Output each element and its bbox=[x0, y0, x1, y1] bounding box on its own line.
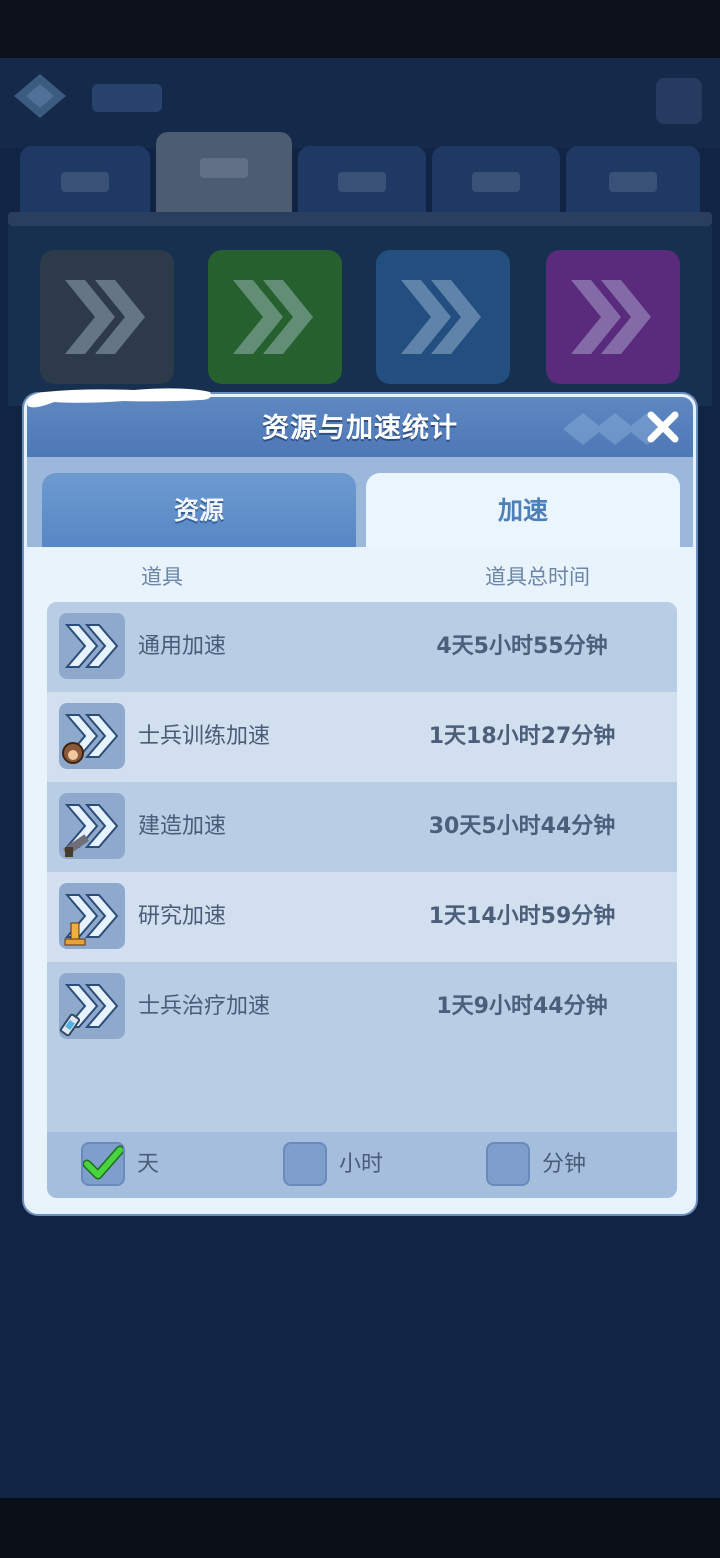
unit-label-hour: 小时 bbox=[339, 1152, 384, 1177]
item-name: 建造加速 bbox=[138, 814, 227, 839]
checkmark-icon bbox=[82, 1145, 125, 1180]
background-item bbox=[376, 250, 510, 384]
unit-label-minute: 分钟 bbox=[542, 1152, 587, 1177]
speedup-stats-dialog: 资源与加速统计 资源 加速 道具 道具总时间 通用加速 4天5小时55分钟 士兵… bbox=[24, 394, 696, 1214]
unit-checkbox-hour[interactable] bbox=[283, 1142, 327, 1186]
speedup-research-icon bbox=[59, 883, 125, 949]
list-item: 士兵训练加速 1天18小时27分钟 bbox=[47, 692, 677, 782]
list-item: 士兵治疗加速 1天9小时44分钟 bbox=[47, 962, 677, 1052]
column-header-total-time: 道具总时间 bbox=[485, 565, 590, 589]
speedup-healing-icon bbox=[59, 973, 125, 1039]
background-tab bbox=[566, 146, 700, 214]
list-item: 研究加速 1天14小时59分钟 bbox=[47, 872, 677, 962]
background-title bbox=[92, 84, 162, 112]
list-item: 通用加速 4天5小时55分钟 bbox=[47, 602, 677, 692]
snow-decoration-icon bbox=[27, 388, 211, 408]
item-total-time: 30天5小时44分钟 bbox=[428, 814, 616, 839]
background-tab-strip bbox=[8, 212, 712, 226]
item-total-time: 1天18小时27分钟 bbox=[428, 724, 616, 749]
tab-resources[interactable]: 资源 bbox=[42, 473, 356, 549]
background-tab bbox=[432, 146, 560, 214]
time-unit-selector: 天 小时 分钟 bbox=[47, 1132, 677, 1198]
item-name: 士兵训练加速 bbox=[138, 724, 271, 749]
close-icon[interactable] bbox=[645, 409, 681, 445]
item-name: 通用加速 bbox=[138, 634, 227, 659]
background-menu-button bbox=[656, 78, 702, 124]
column-header-item: 道具 bbox=[141, 565, 183, 589]
speedup-general-icon bbox=[59, 613, 125, 679]
tab-speedups[interactable]: 加速 bbox=[366, 473, 680, 551]
background-item bbox=[40, 250, 174, 384]
background-tab bbox=[298, 146, 426, 214]
unit-checkbox-minute[interactable] bbox=[486, 1142, 530, 1186]
unit-checkbox-day[interactable] bbox=[81, 1142, 125, 1186]
unit-label-day: 天 bbox=[137, 1152, 160, 1177]
item-total-time: 1天14小时59分钟 bbox=[428, 904, 616, 929]
item-total-time: 4天5小时55分钟 bbox=[436, 634, 608, 659]
status-bar bbox=[0, 0, 720, 58]
navigation-bar bbox=[0, 1498, 720, 1558]
background-item bbox=[208, 250, 342, 384]
background-logo-icon bbox=[14, 74, 66, 118]
background-item bbox=[546, 250, 680, 384]
item-name: 士兵治疗加速 bbox=[138, 994, 271, 1019]
background-tab bbox=[20, 146, 150, 214]
item-total-time: 1天9小时44分钟 bbox=[436, 994, 608, 1019]
background-tab bbox=[156, 132, 292, 214]
item-name: 研究加速 bbox=[138, 904, 227, 929]
speedup-list: 通用加速 4天5小时55分钟 士兵训练加速 1天18小时27分钟 建造加速 30… bbox=[47, 602, 677, 1198]
list-item: 建造加速 30天5小时44分钟 bbox=[47, 782, 677, 872]
speedup-training-icon bbox=[59, 703, 125, 769]
speedup-building-icon bbox=[59, 793, 125, 859]
